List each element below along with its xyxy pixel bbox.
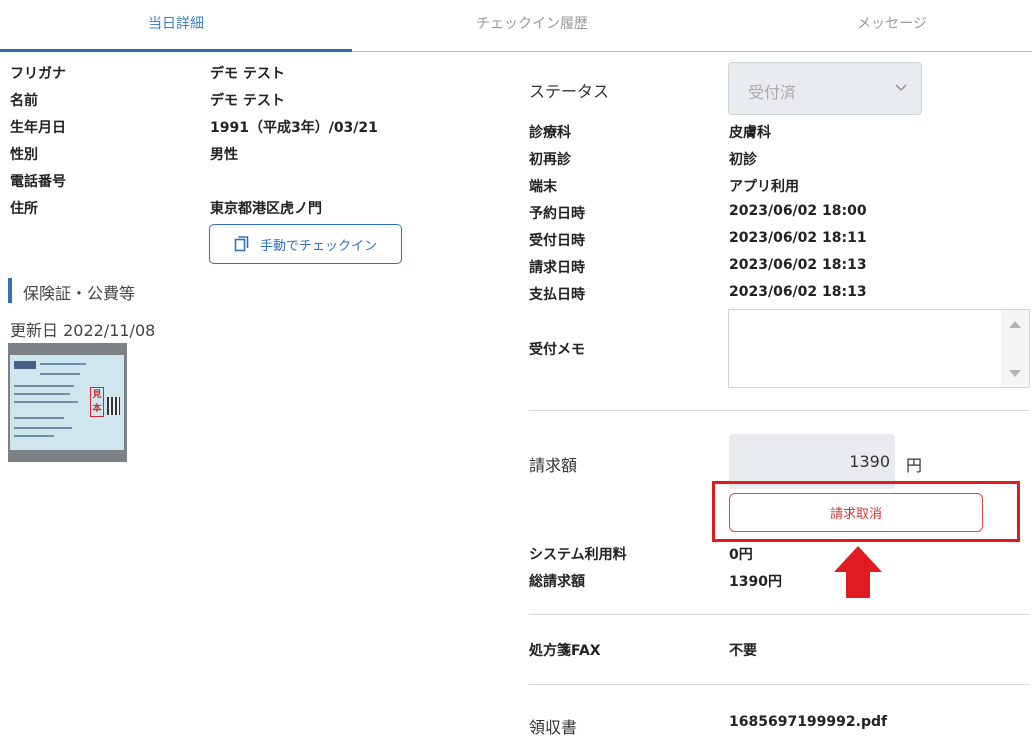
address-value: 東京都港区虎ノ門 (210, 201, 322, 217)
bill-amount-value: 1390 (849, 452, 890, 471)
insurance-updated-date: 更新日 2022/11/08 (10, 321, 156, 340)
tab-today-detail[interactable]: 当日詳細 (0, 0, 352, 51)
tab-messages[interactable]: メッセージ (712, 0, 1032, 51)
card-header-block (14, 361, 36, 369)
card-sample-stamp: 見本 (90, 387, 104, 417)
name-label: 名前 (10, 93, 38, 109)
detail-row-billing-time: 請求日時 2023/06/02 18:13 (529, 257, 1029, 284)
patient-row-furigana: フリガナ デモ テスト (10, 63, 430, 90)
manual-checkin-label: 手動でチェックイン (259, 238, 377, 254)
bill-amount-label: 請求額 (529, 456, 578, 475)
patient-row-sex: 性別 男性 (10, 144, 430, 171)
phone-label: 電話番号 (10, 174, 66, 190)
birth-label: 生年月日 (10, 120, 66, 136)
visit-type-label: 初再診 (529, 152, 571, 168)
cancel-billing-button[interactable]: 請求取消 (729, 493, 983, 532)
tab-bar: 当日詳細 チェックイン履歴 メッセージ (0, 0, 1032, 52)
scroll-up-arrow-icon[interactable] (1009, 321, 1021, 328)
payment-time-value: 2023/06/02 18:13 (729, 284, 867, 300)
memo-scrollbar[interactable] (1001, 310, 1029, 387)
insurance-section-title: 保険証・公費等 (23, 284, 136, 303)
card-qr-code (107, 397, 120, 415)
furigana-label: フリガナ (10, 66, 66, 82)
birth-value: 1991（平成3年）/03/21 (210, 120, 378, 136)
patient-row-phone: 電話番号 (10, 171, 430, 198)
furigana-value: デモ テスト (210, 66, 285, 82)
total-billing-value: 1390円 (729, 574, 782, 590)
billing-time-label: 請求日時 (529, 260, 585, 276)
device-label: 端末 (529, 179, 557, 195)
section-accent-bar (8, 278, 12, 303)
scroll-down-arrow-icon[interactable] (1009, 370, 1021, 377)
detail-row-reservation-time: 予約日時 2023/06/02 18:00 (529, 203, 1029, 230)
fax-row: 処方箋FAX 不要 (529, 640, 1029, 667)
status-selected-value: 受付済 (748, 83, 797, 102)
card-text-line (14, 401, 78, 403)
receipt-row: 領収書 1685697199992.pdf (529, 714, 1029, 741)
reservation-time-value: 2023/06/02 18:00 (729, 203, 867, 219)
divider (529, 614, 1030, 615)
bill-amount-unit: 円 (906, 456, 923, 475)
chevron-down-icon (895, 84, 907, 92)
receipt-label: 領収書 (529, 718, 578, 737)
patient-row-birth: 生年月日 1991（平成3年）/03/21 (10, 117, 430, 144)
status-select[interactable]: 受付済 (728, 62, 922, 115)
reception-time-label: 受付日時 (529, 233, 585, 249)
card-text-line (14, 427, 72, 429)
total-billing-label: 総請求額 (529, 574, 585, 590)
insurance-card-image[interactable]: 見本 (8, 343, 127, 462)
sex-label: 性別 (10, 147, 38, 163)
card-text-line (14, 435, 54, 437)
system-fee-row: システム利用料 0円 (529, 544, 1029, 571)
patient-row-address: 住所 東京都港区虎ノ門 (10, 198, 430, 225)
card-text-line (14, 385, 74, 387)
divider (529, 684, 1030, 685)
billing-time-value: 2023/06/02 18:13 (729, 257, 867, 273)
visit-type-value: 初診 (729, 152, 757, 168)
status-label: ステータス (529, 82, 610, 101)
system-fee-value: 0円 (729, 547, 753, 563)
total-billing-row: 総請求額 1390円 (529, 571, 1029, 598)
tab-checkin-history[interactable]: チェックイン履歴 (352, 0, 712, 51)
copy-icon (234, 236, 249, 252)
fax-label: 処方箋FAX (529, 643, 601, 659)
sex-value: 男性 (210, 147, 238, 163)
detail-row-reception-time: 受付日時 2023/06/02 18:11 (529, 230, 1029, 257)
address-label: 住所 (10, 201, 38, 217)
memo-label: 受付メモ (529, 342, 585, 358)
name-value: デモ テスト (210, 93, 285, 109)
card-text-line (14, 393, 70, 395)
patient-row-name: 名前 デモ テスト (10, 90, 430, 117)
card-text-line (40, 363, 86, 365)
detail-row-visit-type: 初再診 初診 (529, 149, 1029, 176)
memo-textarea[interactable] (728, 309, 1030, 388)
card-text-line (40, 373, 80, 375)
system-fee-label: システム利用料 (529, 547, 627, 563)
detail-row-payment-time: 支払日時 2023/06/02 18:13 (529, 284, 1029, 311)
device-value: アプリ利用 (729, 179, 799, 195)
reservation-time-label: 予約日時 (529, 206, 585, 222)
fax-value: 不要 (729, 643, 757, 659)
payment-time-label: 支払日時 (529, 287, 585, 303)
insurance-card-face: 見本 (10, 355, 124, 450)
divider (529, 410, 1030, 411)
detail-row-device: 端末 アプリ利用 (529, 176, 1029, 203)
active-tab-indicator (0, 49, 352, 52)
detail-row-department: 診療科 皮膚科 (529, 122, 1029, 149)
card-text-line (14, 417, 64, 419)
reception-time-value: 2023/06/02 18:11 (729, 230, 867, 246)
receipt-file-link[interactable]: 1685697199992.pdf (729, 714, 887, 730)
department-label: 診療科 (529, 125, 571, 141)
department-value: 皮膚科 (729, 125, 771, 141)
manual-checkin-button[interactable]: 手動でチェックイン (209, 224, 402, 264)
